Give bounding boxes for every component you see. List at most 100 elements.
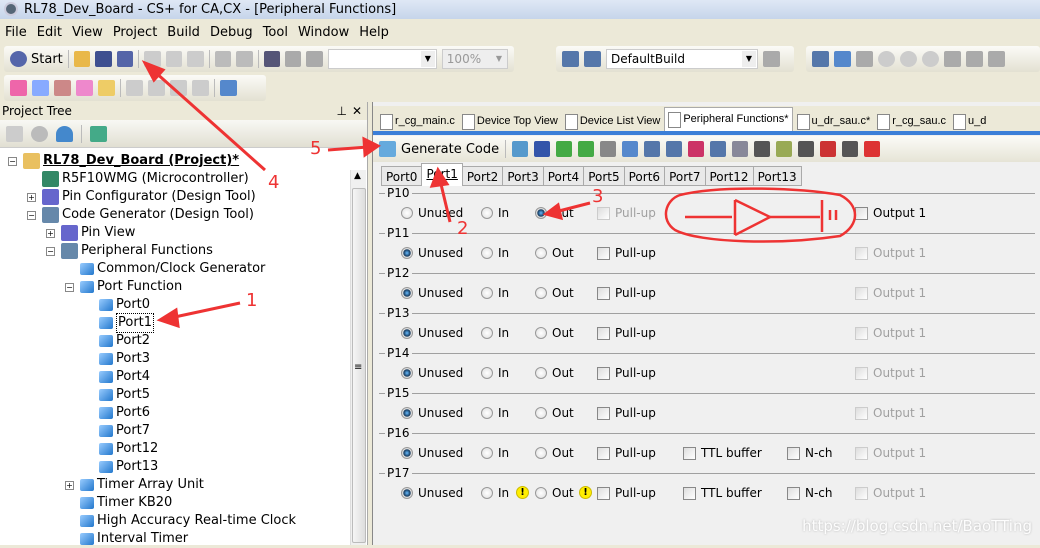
checkbox-ttl[interactable]	[683, 446, 696, 460]
download-file-icon[interactable]	[834, 51, 851, 67]
tab-port3[interactable]: Port3	[502, 166, 544, 186]
tree-item[interactable]: +Port0	[84, 296, 150, 314]
hammer-icon[interactable]	[763, 51, 780, 67]
radio-in[interactable]	[481, 247, 493, 259]
checkbox-output1[interactable]	[855, 366, 868, 380]
tree-item[interactable]: +Interval Timer	[65, 530, 188, 548]
checkbox-pullup[interactable]	[597, 286, 610, 300]
stop-icon[interactable]	[878, 51, 895, 67]
unused-radio[interactable]: Unused	[401, 326, 463, 340]
tree-item[interactable]: − Code Generator (Design Tool)	[27, 206, 254, 224]
peripheral-tool-icon[interactable]	[798, 141, 815, 157]
checkbox-pullup[interactable]	[597, 366, 610, 380]
run-icon[interactable]	[900, 51, 917, 67]
menu-edit[interactable]: Edit	[32, 22, 67, 44]
radio-out[interactable]	[535, 367, 547, 379]
tree-item[interactable]: +Port4	[84, 368, 150, 386]
tab-port4[interactable]: Port4	[542, 166, 585, 186]
unused-radio[interactable]: Unused	[401, 246, 463, 260]
window-icon-2[interactable]	[148, 80, 165, 96]
peripheral-tool-icon[interactable]	[666, 141, 683, 157]
pullup-checkbox[interactable]: Pull-up	[597, 206, 656, 220]
doc-tab[interactable]: Peripheral Functions*	[664, 107, 793, 132]
pin-icon[interactable]: ⊥	[337, 102, 347, 120]
window-icon-4[interactable]	[192, 80, 209, 96]
out-radio[interactable]: Out	[535, 406, 574, 420]
tab-port13[interactable]: Port13	[752, 166, 802, 186]
expand-icon[interactable]: +	[27, 192, 36, 202]
radio-in[interactable]	[481, 447, 493, 459]
peripheral-tool-icon[interactable]	[600, 141, 617, 157]
tree-item[interactable]: + Pin View	[46, 224, 135, 242]
out-radio[interactable]: Out	[535, 246, 574, 260]
output1-checkbox[interactable]: Output 1	[855, 246, 926, 260]
find-prev-icon[interactable]	[285, 51, 302, 67]
tree-item[interactable]: +Port12	[84, 440, 158, 458]
expand-icon[interactable]: +	[65, 480, 74, 490]
checkbox-pullup[interactable]	[597, 206, 610, 220]
step-over-icon[interactable]	[944, 51, 961, 67]
ttl-buffer-checkbox[interactable]: TTL buffer	[683, 486, 762, 500]
tab-port6[interactable]: Port6	[623, 166, 666, 186]
find-icon[interactable]	[263, 51, 280, 67]
out-radio[interactable]: Out	[535, 486, 574, 500]
save-all-icon[interactable]	[116, 51, 134, 67]
tree-item[interactable]: +Port13	[84, 458, 158, 476]
doc-tab[interactable]: u_d	[950, 110, 990, 132]
menu-project[interactable]: Project	[108, 22, 162, 44]
out-radio[interactable]: Out	[535, 286, 574, 300]
step-into-icon[interactable]	[966, 51, 983, 67]
window-icon-3[interactable]	[170, 80, 187, 96]
nch-checkbox[interactable]: N-ch	[787, 486, 833, 500]
checkbox-pullup[interactable]	[597, 326, 610, 340]
out-radio[interactable]: Out	[535, 326, 574, 340]
radio-unused[interactable]	[401, 487, 413, 499]
download-icon[interactable]	[812, 51, 829, 67]
unused-radio[interactable]: Unused	[401, 366, 463, 380]
radio-unused[interactable]	[401, 327, 413, 339]
pullup-checkbox[interactable]: Pull-up	[597, 486, 656, 500]
peripheral-tool-icon[interactable]	[534, 141, 551, 157]
in-radio[interactable]: In	[481, 406, 509, 420]
tree-item[interactable]: + Pin Configurator (Design Tool)	[27, 188, 256, 206]
collapse-icon[interactable]: −	[8, 156, 17, 166]
tree-item[interactable]: − Port Function	[65, 278, 182, 296]
rebuild-icon[interactable]	[584, 51, 601, 67]
radio-in[interactable]	[481, 487, 493, 499]
output1-checkbox[interactable]: Output 1	[855, 326, 926, 340]
peripheral-tool-icon[interactable]	[864, 141, 881, 157]
radio-out[interactable]	[535, 407, 547, 419]
open-icon[interactable]	[73, 51, 91, 67]
clock-icon[interactable]	[31, 125, 48, 142]
radio-out[interactable]	[535, 207, 547, 219]
tree-item[interactable]: +Port3	[84, 350, 150, 368]
cut-icon[interactable]	[144, 51, 161, 67]
radio-unused[interactable]	[401, 447, 413, 459]
peripheral-tool-icon[interactable]	[776, 141, 793, 157]
tab-port5[interactable]: Port5	[583, 166, 625, 186]
chevron-down-icon[interactable]: ▼	[420, 51, 435, 67]
start-button[interactable]: Start	[10, 51, 63, 67]
tree-item[interactable]: +Port7	[84, 422, 150, 440]
tree-item[interactable]: +Port5	[84, 386, 150, 404]
checkbox-output1[interactable]	[855, 406, 868, 420]
peripheral-tool-icon[interactable]	[732, 141, 749, 157]
peripheral-tool-icon[interactable]	[644, 141, 661, 157]
collapse-icon[interactable]: −	[46, 246, 55, 256]
cascade-icon[interactable]	[220, 80, 237, 96]
peripheral-tool-icon[interactable]	[820, 141, 837, 157]
checkbox-output1[interactable]	[855, 246, 868, 260]
chevron-down-icon[interactable]: ▼	[491, 51, 506, 67]
reset-icon[interactable]	[856, 51, 873, 67]
peripheral-tool-icon[interactable]	[710, 141, 727, 157]
output1-checkbox[interactable]: Output 1	[855, 406, 926, 420]
tab-port7[interactable]: Port7	[664, 166, 706, 186]
checkbox-pullup[interactable]	[597, 246, 610, 260]
pullup-checkbox[interactable]: Pull-up	[597, 326, 656, 340]
radio-in[interactable]	[481, 207, 493, 219]
radio-unused[interactable]	[401, 287, 413, 299]
tree-item[interactable]: +Common/Clock Generator	[65, 260, 265, 278]
tab-port12[interactable]: Port12	[704, 166, 754, 186]
chevron-down-icon[interactable]: ▼	[742, 51, 756, 67]
radio-unused[interactable]	[401, 207, 413, 219]
